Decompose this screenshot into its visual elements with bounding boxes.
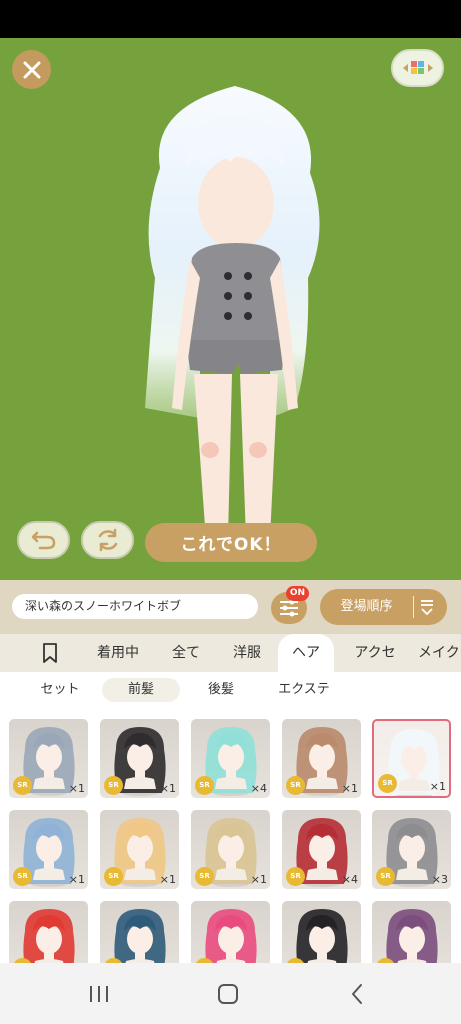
item-count: ×1	[250, 873, 267, 886]
layout-toggle-button[interactable]	[391, 49, 444, 87]
hair-thumbnail	[296, 909, 348, 963]
reset-button[interactable]	[81, 521, 134, 559]
item-count: ×1	[68, 782, 85, 795]
hair-item-card[interactable]: SR ×1	[100, 719, 179, 798]
system-nav-bar	[0, 963, 461, 1024]
close-button[interactable]	[12, 50, 51, 89]
subtab-bangs[interactable]: 前髪	[102, 678, 180, 702]
rarity-badge: SR	[104, 867, 123, 886]
item-count: ×4	[250, 782, 267, 795]
recent-apps-button[interactable]	[74, 977, 124, 1011]
item-info-bar: 深い森のスノーホワイトボブ ON 登場順序	[0, 580, 461, 634]
hair-item-card[interactable]: SR	[282, 901, 361, 963]
item-count: ×4	[341, 873, 358, 886]
sort-icon[interactable]	[418, 598, 436, 616]
hair-subtabs: セット 前髪 後髪 エクステ	[0, 672, 461, 710]
item-count: ×3	[431, 873, 448, 886]
bookmark-icon	[43, 643, 57, 663]
back-button[interactable]	[332, 977, 382, 1011]
avatar-stage: これでOK！	[0, 38, 461, 580]
tab-all[interactable]: 全て	[162, 634, 210, 672]
hair-item-card[interactable]: SR	[372, 901, 451, 963]
subtab-extensions[interactable]: エクステ	[262, 678, 346, 702]
hair-item-card[interactable]: SR	[9, 901, 88, 963]
hair-item-card[interactable]: SR	[191, 901, 270, 963]
status-bar	[0, 0, 461, 38]
home-button[interactable]	[203, 977, 253, 1011]
hair-item-card[interactable]: SR ×4	[191, 719, 270, 798]
hair-thumbnail	[23, 909, 75, 963]
hair-thumbnail	[114, 909, 166, 963]
hair-item-card[interactable]: SR ×1	[282, 719, 361, 798]
hair-item-card[interactable]: SR ×1	[9, 810, 88, 889]
tab-hair[interactable]: ヘア	[278, 634, 334, 672]
hair-item-card[interactable]: SR ×1	[191, 810, 270, 889]
sliders-icon	[280, 599, 298, 617]
close-icon	[23, 61, 40, 78]
item-count: ×1	[159, 782, 176, 795]
rarity-badge: SR	[195, 867, 214, 886]
item-grid: SR ×1 SR ×1 SR ×4 SR ×1 SR ×1 SR ×1 SR ×1 SR ×1 SR ×4 SR ×3…	[0, 710, 461, 963]
avatar-preview	[145, 86, 320, 546]
filter-on-badge: ON	[286, 586, 309, 601]
sort-button[interactable]: 登場順序	[320, 589, 447, 625]
tab-bookmark[interactable]	[28, 634, 72, 672]
tab-wearing[interactable]: 着用中	[88, 634, 148, 672]
item-count: ×1	[341, 782, 358, 795]
subtab-set[interactable]: セット	[18, 678, 102, 702]
rarity-badge: SR	[286, 776, 305, 795]
rarity-badge: SR	[286, 867, 305, 886]
hair-item-card[interactable]: SR ×1	[9, 719, 88, 798]
hair-item-card[interactable]: SR ×4	[282, 810, 361, 889]
refresh-icon	[98, 528, 117, 552]
hair-thumbnail	[205, 909, 257, 963]
confirm-ok-button[interactable]: これでOK！	[145, 523, 317, 562]
tab-makeup[interactable]: メイク	[418, 634, 461, 672]
subtab-back-hair[interactable]: 後髪	[182, 678, 260, 702]
item-count: ×1	[429, 780, 446, 793]
item-count: ×1	[159, 873, 176, 886]
hair-item-card[interactable]: SR ×3	[372, 810, 451, 889]
hair-thumbnail	[386, 909, 438, 963]
hair-item-card[interactable]: SR ×1	[372, 719, 451, 798]
sort-label: 登場順序	[340, 599, 393, 614]
recent-apps-icon	[90, 986, 108, 1002]
back-icon	[352, 984, 362, 1004]
home-icon	[218, 984, 238, 1004]
rarity-badge: SR	[376, 867, 395, 886]
rarity-badge: SR	[13, 776, 32, 795]
rarity-badge: SR	[195, 776, 214, 795]
item-count: ×1	[68, 873, 85, 886]
undo-button[interactable]	[17, 521, 70, 559]
rarity-badge: SR	[378, 774, 397, 793]
hair-item-card[interactable]: SR ×1	[100, 810, 179, 889]
outfit-name-field: 深い森のスノーホワイトボブ	[12, 594, 258, 619]
rarity-badge: SR	[104, 776, 123, 795]
rarity-badge: SR	[13, 867, 32, 886]
category-tabs: 着用中 全て 洋服 ヘア アクセ メイク	[0, 634, 461, 672]
sort-divider	[413, 596, 414, 618]
tab-clothes[interactable]: 洋服	[222, 634, 272, 672]
undo-icon	[31, 531, 55, 550]
hair-item-card[interactable]: SR	[100, 901, 179, 963]
layout-toggle-icon	[402, 61, 433, 74]
tab-accessory[interactable]: アクセ	[346, 634, 404, 672]
